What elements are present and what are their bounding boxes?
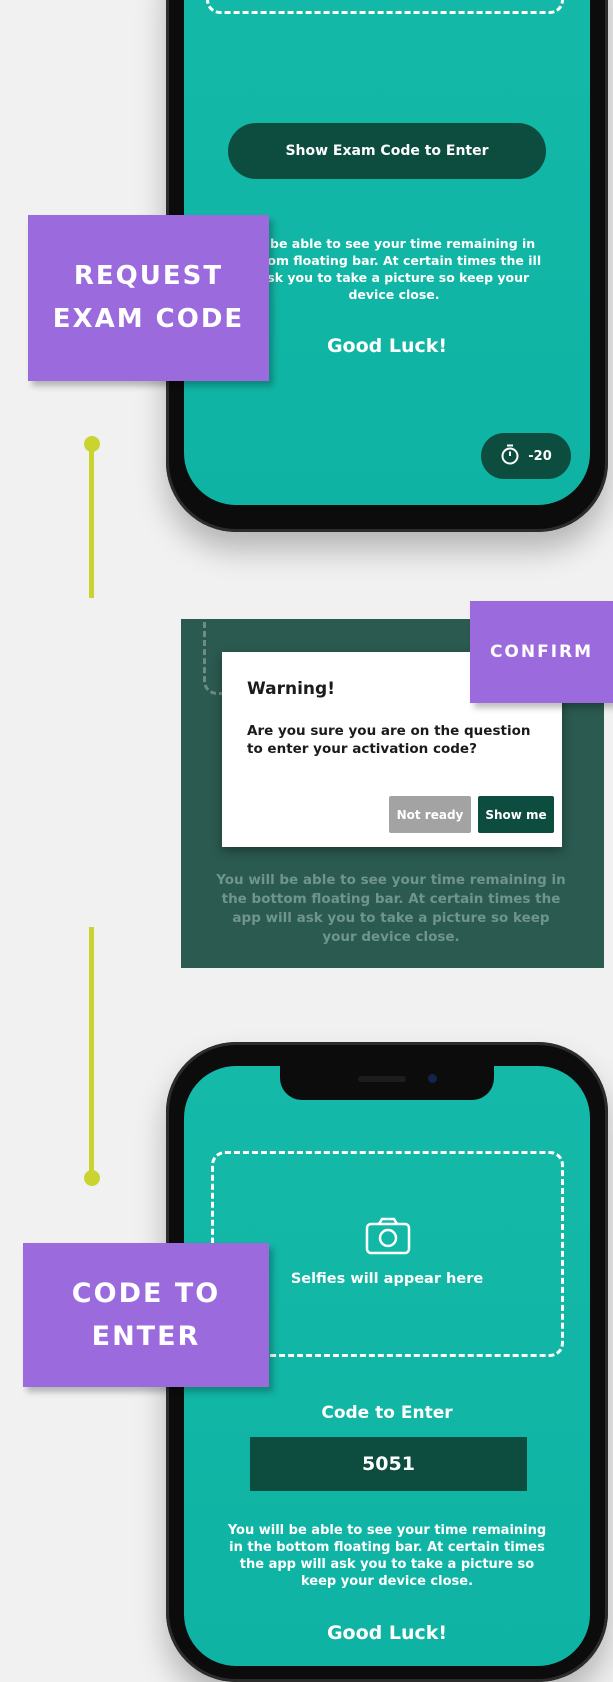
- speaker-grille: [358, 1076, 406, 1082]
- timer-pill[interactable]: -20: [481, 433, 571, 479]
- show-me-button[interactable]: Show me: [478, 796, 554, 833]
- label-code-to-enter-text: CODE TO ENTER: [71, 1278, 221, 1352]
- info-text-top: ill be able to see your time remaining i…: [246, 236, 542, 302]
- label-confirm-text: CONFIRM: [489, 642, 594, 662]
- front-camera: [428, 1074, 437, 1083]
- connector-line-2: [89, 927, 94, 1172]
- phone-notch: [280, 1066, 494, 1100]
- label-request-exam-code: REQUEST EXAM CODE: [28, 215, 269, 381]
- stopwatch-icon: [500, 443, 520, 469]
- timer-value: -20: [528, 448, 552, 464]
- code-heading: Code to Enter: [321, 1403, 453, 1423]
- not-ready-button[interactable]: Not ready: [389, 796, 471, 833]
- dialog-message: Are you sure you are on the question to …: [247, 723, 531, 757]
- selfie-area-top: [206, 0, 564, 14]
- label-confirm: CONFIRM: [470, 601, 613, 703]
- code-display: 5051: [250, 1437, 527, 1491]
- dialog-title: Warning!: [247, 679, 335, 699]
- good-luck-text-bottom: Good Luck!: [326, 1622, 448, 1644]
- dialog-background-text: You will be able to see your time remain…: [216, 872, 566, 945]
- show-exam-code-button[interactable]: Show Exam Code to Enter: [228, 123, 546, 179]
- label-request-exam-code-text: REQUEST EXAM CODE: [52, 261, 245, 334]
- camera-icon: [364, 1216, 412, 1256]
- label-code-to-enter: CODE TO ENTER: [23, 1243, 269, 1387]
- connector-line: [89, 444, 94, 598]
- info-text-bottom: You will be able to see your time remain…: [227, 1523, 547, 1589]
- connector-dot-2: [84, 1170, 100, 1186]
